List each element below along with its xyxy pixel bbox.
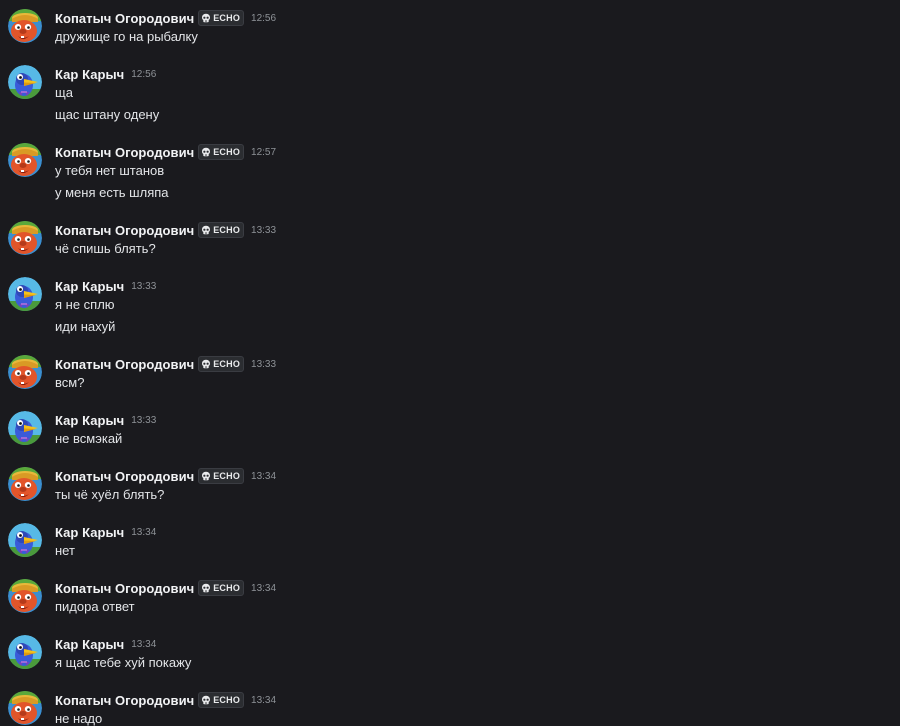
avatar[interactable] <box>8 65 42 99</box>
server-tag-badge[interactable]: ECHO <box>198 144 245 160</box>
avatar[interactable] <box>8 635 42 669</box>
message-header: Кар Карыч 13:34 <box>55 523 156 541</box>
message-header: Копатыч Огородович ECHO 13:33 <box>55 355 276 373</box>
avatar[interactable] <box>8 143 42 177</box>
username[interactable]: Копатыч Огородович <box>55 145 194 160</box>
timestamp[interactable]: 12:56 <box>131 69 156 80</box>
message-header: Копатыч Огородович ECHO 12:56 <box>55 9 276 27</box>
username[interactable]: Кар Карыч <box>55 279 124 294</box>
message-text: ща <box>55 85 73 100</box>
avatar[interactable] <box>8 579 42 613</box>
skull-icon <box>201 583 211 593</box>
username[interactable]: Кар Карыч <box>55 637 124 652</box>
message-text: иди нахуй <box>55 319 116 334</box>
message-text: не надо <box>55 711 103 726</box>
server-tag-badge[interactable]: ECHO <box>198 468 245 484</box>
username[interactable]: Кар Карыч <box>55 525 124 540</box>
message-text: дружище го на рыбалку <box>55 29 198 44</box>
badge-label: ECHO <box>213 471 241 481</box>
message-text: у тебя нет штанов <box>55 163 165 178</box>
timestamp[interactable]: 13:34 <box>251 471 276 482</box>
chat-messages-area: Копатыч Огородович ECHO 12:56 дружище го на… <box>0 0 900 726</box>
message-text: ты чё хуёл блять? <box>55 487 165 502</box>
username[interactable]: Кар Карыч <box>55 413 124 428</box>
message-header: Копатыч Огородович ECHO 12:57 <box>55 143 276 161</box>
skull-icon <box>201 225 211 235</box>
username[interactable]: Копатыч Огородович <box>55 693 194 708</box>
timestamp[interactable]: 13:34 <box>251 695 276 706</box>
message-text: нет <box>55 543 75 558</box>
username[interactable]: Копатыч Огородович <box>55 223 194 238</box>
skull-icon <box>201 359 211 369</box>
message-header: Копатыч Огородович ECHO 13:34 <box>55 579 276 597</box>
badge-label: ECHO <box>213 147 241 157</box>
message-header: Копатыч Огородович ECHO 13:34 <box>55 691 276 709</box>
server-tag-badge[interactable]: ECHO <box>198 356 245 372</box>
timestamp[interactable]: 12:57 <box>251 147 276 158</box>
badge-label: ECHO <box>213 695 241 705</box>
avatar[interactable] <box>8 467 42 501</box>
badge-label: ECHO <box>213 225 241 235</box>
avatar[interactable] <box>8 221 42 255</box>
badge-label: ECHO <box>213 583 241 593</box>
message-header: Кар Карыч 13:33 <box>55 277 156 295</box>
timestamp[interactable]: 13:34 <box>131 639 156 650</box>
username[interactable]: Копатыч Огородович <box>55 469 194 484</box>
skull-icon <box>201 147 211 157</box>
username[interactable]: Копатыч Огородович <box>55 581 194 596</box>
message-header: Копатыч Огородович ECHO 13:33 <box>55 221 276 239</box>
skull-icon <box>201 695 211 705</box>
username[interactable]: Копатыч Огородович <box>55 357 194 372</box>
badge-label: ECHO <box>213 13 241 23</box>
skull-icon <box>201 13 211 23</box>
timestamp[interactable]: 13:33 <box>131 415 156 426</box>
message-header: Кар Карыч 13:34 <box>55 635 156 653</box>
message-header: Копатыч Огородович ECHO 13:34 <box>55 467 276 485</box>
avatar[interactable] <box>8 691 42 725</box>
avatar[interactable] <box>8 9 42 43</box>
message-text: пидора ответ <box>55 599 135 614</box>
server-tag-badge[interactable]: ECHO <box>198 10 245 26</box>
message-text: всм? <box>55 375 85 390</box>
timestamp[interactable]: 13:33 <box>251 225 276 236</box>
server-tag-badge[interactable]: ECHO <box>198 692 245 708</box>
skull-icon <box>201 471 211 481</box>
message-text: я не сплю <box>55 297 115 312</box>
server-tag-badge[interactable]: ECHO <box>198 580 245 596</box>
avatar[interactable] <box>8 355 42 389</box>
avatar[interactable] <box>8 277 42 311</box>
message-text: не всмэкай <box>55 431 123 446</box>
username[interactable]: Кар Карыч <box>55 67 124 82</box>
message-header: Кар Карыч 13:33 <box>55 411 156 429</box>
timestamp[interactable]: 13:33 <box>251 359 276 370</box>
avatar[interactable] <box>8 411 42 445</box>
timestamp[interactable]: 12:56 <box>251 13 276 24</box>
message-text: чё спишь блять? <box>55 241 156 256</box>
username[interactable]: Копатыч Огородович <box>55 11 194 26</box>
timestamp[interactable]: 13:33 <box>131 281 156 292</box>
message-text: у меня есть шляпа <box>55 185 169 200</box>
message-text: я щас тебе хуй покажу <box>55 655 192 670</box>
avatar[interactable] <box>8 523 42 557</box>
badge-label: ECHO <box>213 359 241 369</box>
timestamp[interactable]: 13:34 <box>251 583 276 594</box>
timestamp[interactable]: 13:34 <box>131 527 156 538</box>
message-text: щас штану одену <box>55 107 160 122</box>
message-header: Кар Карыч 12:56 <box>55 65 156 83</box>
server-tag-badge[interactable]: ECHO <box>198 222 245 238</box>
